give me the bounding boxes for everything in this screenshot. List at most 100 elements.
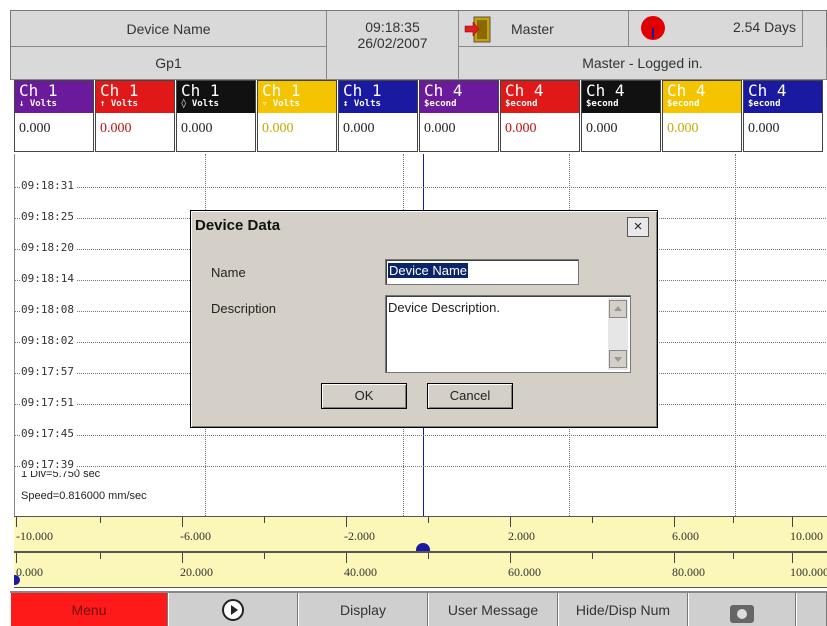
clock-date: 26/02/2007 — [357, 35, 428, 51]
channel-header: Ch 1 ◊ Volts — [177, 81, 255, 113]
scale-tick — [510, 553, 511, 563]
channel-value: 0.000 — [262, 121, 294, 136]
display-button[interactable]: Display — [298, 593, 428, 626]
scale-tick — [16, 553, 17, 563]
scroll-down-icon[interactable] — [609, 350, 627, 368]
channel-name: Ch 4 — [586, 81, 625, 100]
scale-tick — [674, 553, 675, 563]
device-name-label[interactable]: Device Name — [11, 11, 327, 47]
channel-name: Ch 4 — [505, 81, 544, 100]
days-remaining: 2.54 Days — [732, 19, 796, 35]
channel-tile[interactable]: Ch 4 $econd 0.000 — [743, 80, 823, 152]
channel-tile[interactable]: Ch 4 $econd 0.000 — [419, 80, 499, 152]
scale-tick — [346, 553, 347, 563]
scale-tick — [182, 553, 183, 563]
description-value: Device Description. — [388, 300, 500, 315]
scale-minor-tick — [428, 553, 429, 559]
close-icon[interactable]: × — [627, 217, 649, 237]
scale-minor-tick — [733, 553, 734, 559]
scale-label: 100.000 — [790, 565, 827, 579]
alarm-pie-icon — [641, 16, 665, 40]
scale-tick — [16, 517, 17, 527]
channel-header: Ch 4 $econd — [420, 81, 498, 113]
scale-minor-tick — [592, 517, 593, 523]
channel-name: Ch 1 — [262, 81, 301, 100]
time-label: 09:17:39 — [21, 458, 76, 471]
name-label: Name — [211, 265, 246, 280]
channel-unit: ◊ Volts — [181, 99, 219, 109]
channel-tile[interactable]: Ch 1 ↓ Volts 0.000 — [14, 80, 94, 152]
group-name-label[interactable]: Gp1 — [11, 47, 327, 80]
channel-unit: $econd — [748, 99, 781, 109]
channel-unit: $econd — [424, 99, 457, 109]
scale-bar-ch1: -10.000 -6.000 -2.000 2.000 6.000 10.000 — [14, 516, 827, 552]
channel-value: 0.000 — [100, 121, 132, 136]
user-message-button[interactable]: User Message — [428, 593, 558, 626]
scale-tick — [182, 517, 183, 527]
login-status: Master - Logged in. — [459, 47, 827, 80]
status-header: Device Name Gp1 09:18:35 26/02/2007 Mast… — [10, 10, 827, 80]
grid-line — [15, 187, 827, 188]
name-value: Device Name — [388, 263, 469, 278]
screenshot-button[interactable] — [688, 593, 796, 626]
scale-label: 40.000 — [344, 565, 377, 579]
channel-name: Ch 1 — [19, 81, 58, 100]
channel-tile[interactable]: Ch 4 $econd 0.000 — [500, 80, 580, 152]
channel-unit: ↑ Volts — [100, 99, 138, 109]
scale-label: 80.000 — [672, 565, 705, 579]
speed-info: Speed=0.816000 mm/sec — [21, 490, 149, 502]
channel-name: Ch 1 — [100, 81, 139, 100]
channel-value: 0.000 — [424, 121, 456, 136]
scale-label: 20.000 — [180, 565, 213, 579]
hide-disp-num-button[interactable]: Hide/Disp Num — [558, 593, 688, 626]
channel-value: 0.000 — [586, 121, 618, 136]
scale-minor-tick — [264, 517, 265, 523]
grid-line — [15, 466, 827, 467]
ok-button[interactable]: OK — [321, 383, 407, 409]
time-label: 09:17:57 — [21, 365, 76, 378]
scale-pointer-marker — [416, 543, 430, 551]
channel-name: Ch 4 — [424, 81, 463, 100]
cancel-button[interactable]: Cancel — [427, 383, 513, 409]
channel-name: Ch 1 — [181, 81, 220, 100]
user-cell[interactable]: Master — [459, 11, 629, 47]
play-button[interactable] — [168, 593, 298, 626]
channel-tile[interactable]: Ch 4 $econd 0.000 — [581, 80, 661, 152]
channel-unit: $econd — [586, 99, 619, 109]
scale-minor-tick — [100, 517, 101, 523]
dialog-title: Device Data — [195, 217, 281, 234]
channel-tile[interactable]: Ch 1 ↕ Volts 0.000 — [338, 80, 418, 152]
scroll-up-icon[interactable] — [609, 300, 627, 318]
channel-strip: Ch 1 ↓ Volts 0.000 Ch 1 ↑ Volts 0.000 Ch 1 ◊ Vo… — [14, 80, 827, 154]
scale-bar-ch4: 0.000 20.000 40.000 60.000 80.000 100.000 — [14, 552, 827, 588]
scale-label: -10.000 — [16, 529, 53, 543]
time-label: 09:17:45 — [21, 427, 76, 440]
channel-unit: $econd — [505, 99, 538, 109]
time-label: 09:18:20 — [21, 241, 76, 254]
menu-button[interactable]: Menu — [10, 593, 168, 626]
description-textarea[interactable]: Device Description. — [385, 295, 631, 373]
time-label: 09:18:02 — [21, 334, 76, 347]
description-scrollbar[interactable] — [608, 298, 628, 370]
scale-label: 10.000 — [790, 529, 823, 543]
channel-unit: ↓ Volts — [19, 99, 57, 109]
channel-tile[interactable]: Ch 4 $econd 0.000 — [662, 80, 742, 152]
channel-value: 0.000 — [748, 121, 780, 136]
door-exit-icon[interactable] — [463, 14, 493, 44]
grid-line — [735, 154, 736, 516]
clock-display: 09:18:35 26/02/2007 — [327, 11, 459, 80]
scale-tick — [792, 553, 793, 563]
scale-label: 60.000 — [508, 565, 541, 579]
channel-tile[interactable]: Ch 1 ◊ Volts 0.000 — [176, 80, 256, 152]
camera-icon — [730, 604, 754, 623]
channel-header: Ch 1 ↕ Volts — [339, 81, 417, 113]
channel-name: Ch 4 — [748, 81, 787, 100]
channel-name: Ch 4 — [667, 81, 706, 100]
channel-tile[interactable]: Ch 1 ↑ Volts 0.000 — [95, 80, 175, 152]
scale-tick — [674, 517, 675, 527]
channel-tile[interactable]: Ch 1 ▿ Volts 0.000 — [257, 80, 337, 152]
name-input[interactable]: Device Name — [385, 259, 579, 285]
channel-value: 0.000 — [667, 121, 699, 136]
days-cell: 2.54 Days — [629, 11, 803, 47]
time-label: 09:18:25 — [21, 210, 76, 223]
